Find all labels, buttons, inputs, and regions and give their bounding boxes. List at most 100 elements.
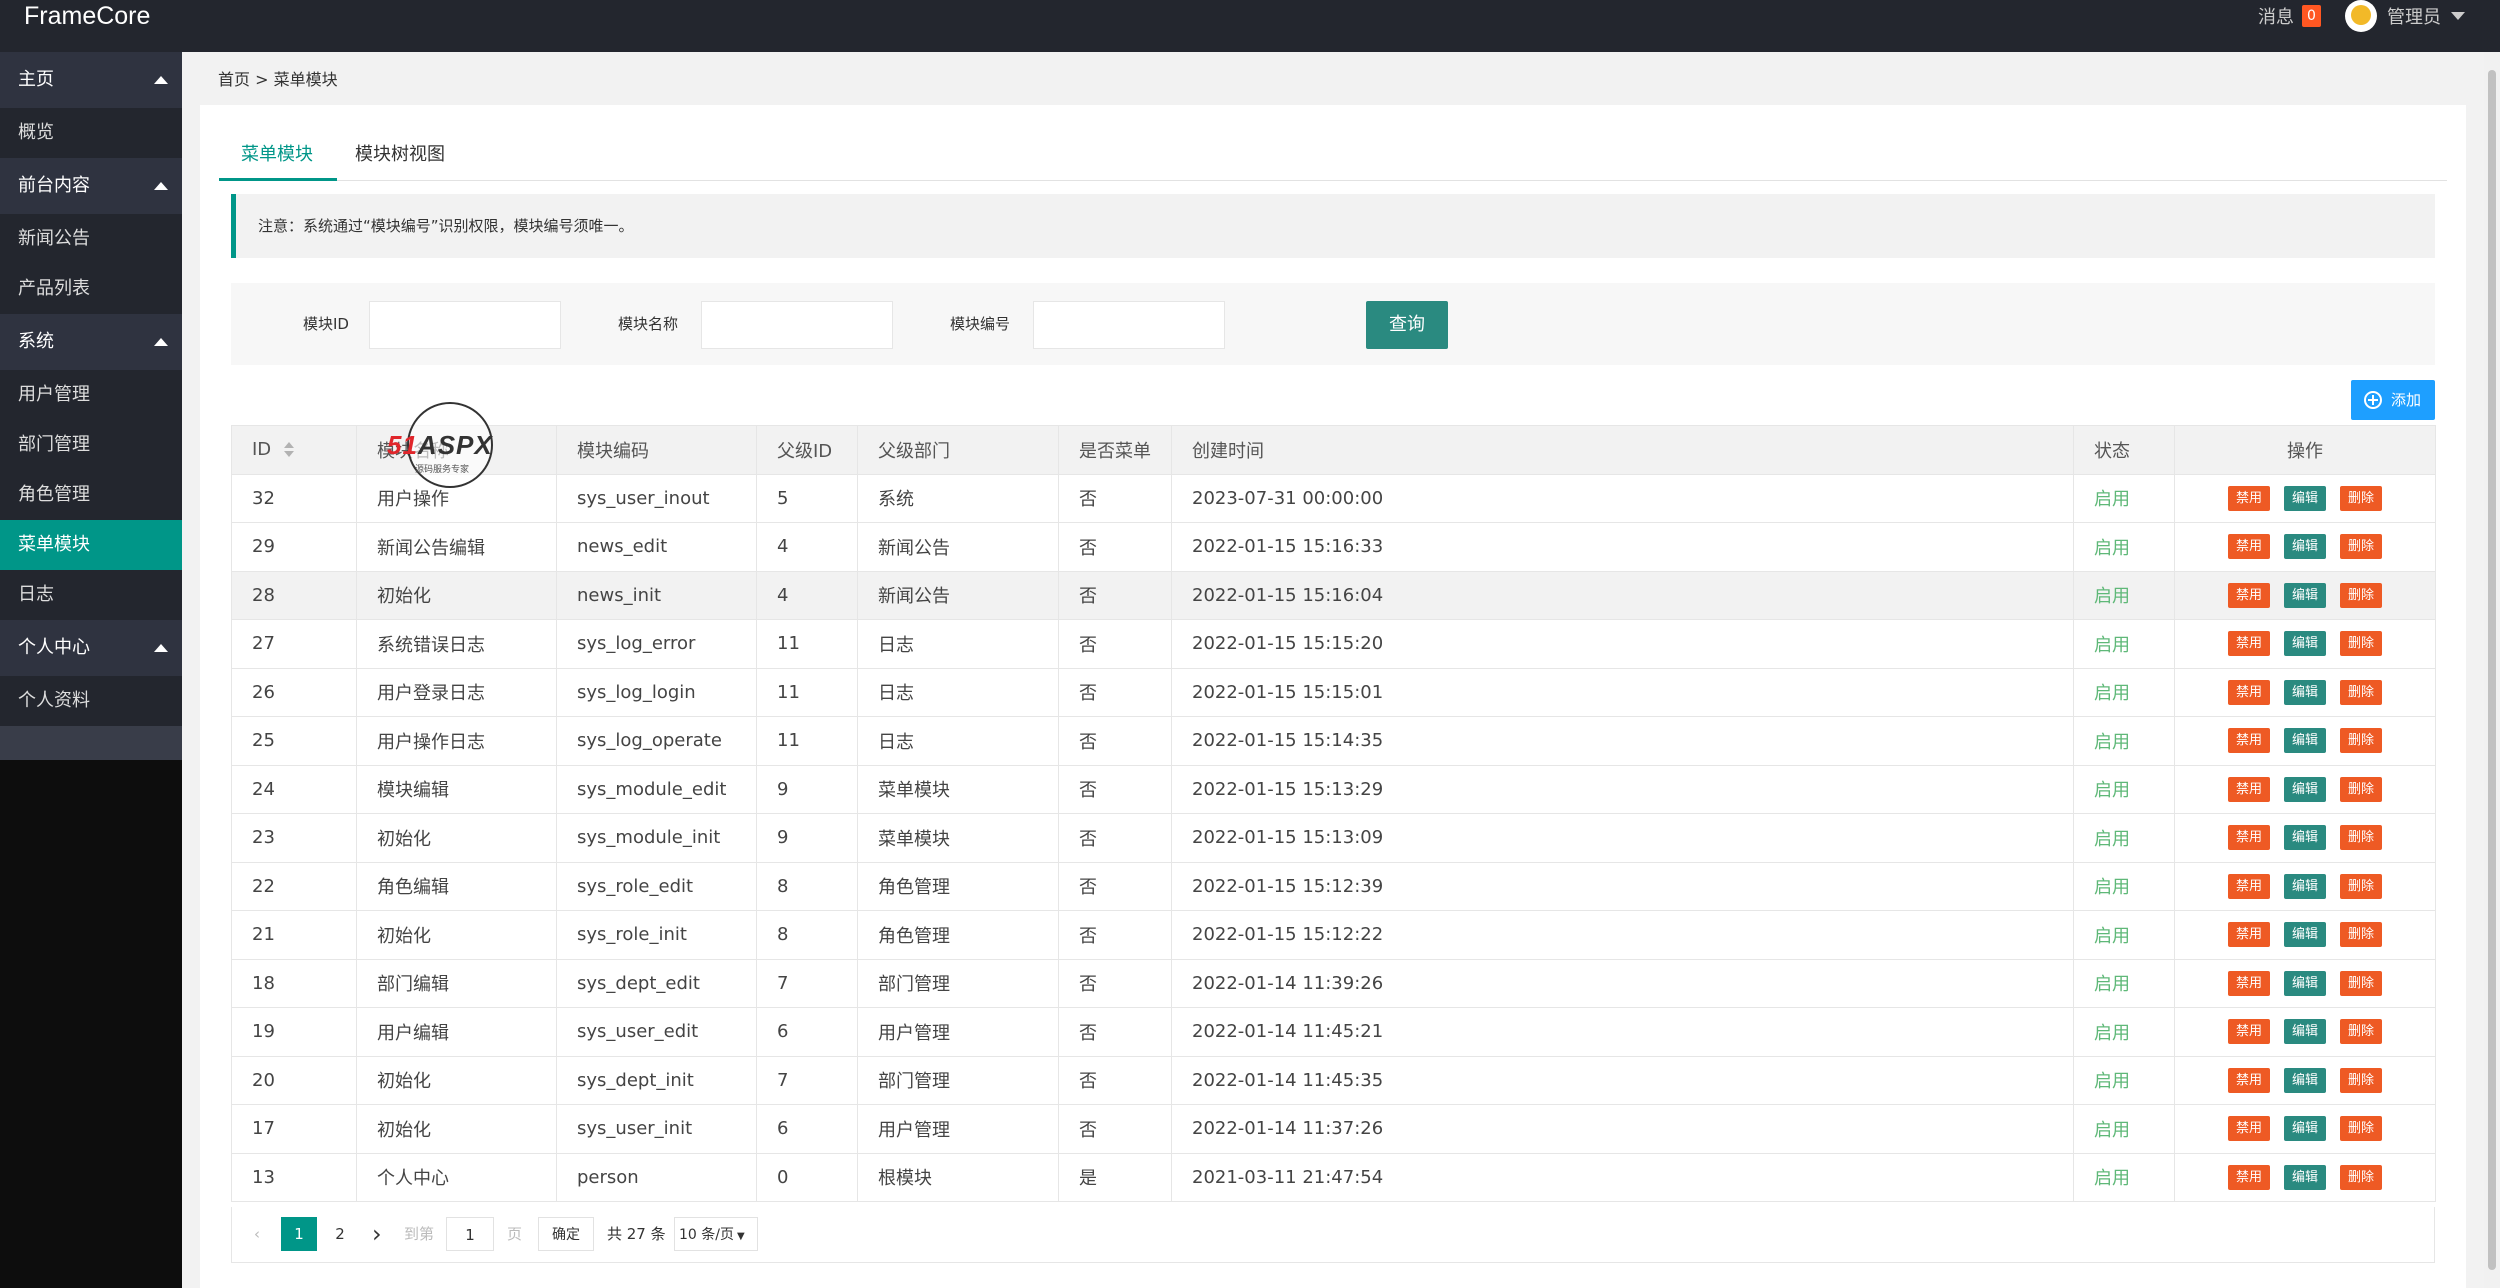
table-row[interactable]: 25 用户操作日志 sys_log_operate 11 日志否 2022-01-15 1…: [231, 716, 2436, 766]
delete-button[interactable]: 删除: [2340, 1019, 2383, 1045]
sidebar-item-profile[interactable]: 个人资料: [0, 676, 182, 726]
page-2-button[interactable]: 2: [328, 1217, 352, 1251]
add-button[interactable]: 添加: [2351, 380, 2435, 420]
delete-button[interactable]: 删除: [2340, 534, 2383, 560]
sidebar-item-users[interactable]: 用户管理: [0, 370, 182, 420]
module-name-input[interactable]: [701, 301, 893, 349]
messages-link[interactable]: 消息 0: [2258, 0, 2321, 32]
table-row[interactable]: 21 初始化 sys_role_init 8 角色管理否 2022-01-15 15:12…: [231, 910, 2436, 960]
disable-button[interactable]: 禁用: [2227, 582, 2270, 608]
sidebar-item-logs[interactable]: 日志: [0, 570, 182, 620]
sidebar-item-news[interactable]: 新闻公告: [0, 214, 182, 264]
edit-button[interactable]: 编辑: [2283, 1019, 2326, 1045]
table-row[interactable]: 24 模块编辑 sys_module_edit 9 菜单模块否 2022-01-15 15…: [231, 764, 2436, 814]
disable-button[interactable]: 禁用: [2227, 485, 2270, 511]
cell-name: 用户操作日志: [356, 716, 557, 766]
disable-button[interactable]: 禁用: [2227, 631, 2270, 657]
page-1-button[interactable]: 1: [281, 1217, 317, 1251]
delete-button[interactable]: 删除: [2340, 582, 2383, 608]
disable-button[interactable]: 禁用: [2227, 825, 2270, 851]
table-row[interactable]: 17 初始化 sys_user_init 6 用户管理否 2022-01-14 11:37…: [231, 1104, 2436, 1154]
delete-button[interactable]: 删除: [2340, 728, 2383, 754]
table-row[interactable]: 22 角色编辑 sys_role_edit 8 角色管理否 2022-01-15 15:1…: [231, 861, 2436, 911]
goto-page-input[interactable]: 1: [446, 1217, 494, 1251]
table-row[interactable]: 29 新闻公告编辑 news_edit 4 新闻公告否 2022-01-15 15:16:…: [231, 522, 2436, 572]
prev-page-icon[interactable]: ‹: [254, 1217, 274, 1251]
disable-button[interactable]: 禁用: [2227, 1019, 2270, 1045]
sidebar-group-personal[interactable]: 个人中心: [0, 620, 182, 676]
delete-button[interactable]: 删除: [2340, 631, 2383, 657]
disable-button[interactable]: 禁用: [2227, 1116, 2270, 1142]
edit-button[interactable]: 编辑: [2283, 1164, 2326, 1190]
delete-button[interactable]: 删除: [2340, 825, 2383, 851]
tab-module-tree[interactable]: 模块树视图: [355, 135, 475, 181]
sidebar-group-frontend[interactable]: 前台内容: [0, 158, 182, 214]
sidebar-item-departments[interactable]: 部门管理: [0, 420, 182, 470]
edit-button[interactable]: 编辑: [2283, 776, 2326, 802]
table-row[interactable]: 28 初始化 news_init 4 新闻公告否 2022-01-15 15:16:04 启…: [231, 570, 2436, 620]
edit-button[interactable]: 编辑: [2283, 922, 2326, 948]
edit-button[interactable]: 编辑: [2283, 679, 2326, 705]
table-row[interactable]: 18 部门编辑 sys_dept_edit 7 部门管理否 2022-01-14 11:3…: [231, 958, 2436, 1008]
disable-button[interactable]: 禁用: [2227, 534, 2270, 560]
delete-button[interactable]: 删除: [2340, 1067, 2383, 1093]
table-row[interactable]: 23 初始化 sys_module_init 9 菜单模块否 2022-01-15 15:…: [231, 813, 2436, 863]
delete-button[interactable]: 删除: [2340, 485, 2383, 511]
cell-is-menu: 否: [1058, 1007, 1172, 1057]
edit-button[interactable]: 编辑: [2283, 485, 2326, 511]
table-row[interactable]: 27 系统错误日志 sys_log_error 11 日志否 2022-01-15 15:…: [231, 619, 2436, 669]
cell-parent-id: 6: [756, 1104, 858, 1154]
edit-button[interactable]: 编辑: [2283, 631, 2326, 657]
delete-button[interactable]: 删除: [2340, 776, 2383, 802]
sidebar-group-home[interactable]: 主页: [0, 52, 182, 108]
column-header-id[interactable]: ID: [231, 425, 357, 475]
delete-button[interactable]: 删除: [2340, 1116, 2383, 1142]
edit-button[interactable]: 编辑: [2283, 1067, 2326, 1093]
cell-code: news_init: [556, 570, 757, 620]
disable-button[interactable]: 禁用: [2227, 1067, 2270, 1093]
edit-button[interactable]: 编辑: [2283, 728, 2326, 754]
delete-button[interactable]: 删除: [2340, 1164, 2383, 1190]
edit-button[interactable]: 编辑: [2283, 970, 2326, 996]
sidebar-item-roles[interactable]: 角色管理: [0, 470, 182, 520]
edit-button[interactable]: 编辑: [2283, 1116, 2326, 1142]
disable-button[interactable]: 禁用: [2227, 922, 2270, 948]
edit-button[interactable]: 编辑: [2283, 873, 2326, 899]
table-row[interactable]: 13 个人中心 person 0 根模块是 2021-03-11 21:47:54 启用 禁用…: [231, 1152, 2436, 1202]
disable-button[interactable]: 禁用: [2227, 970, 2270, 996]
delete-button[interactable]: 删除: [2340, 873, 2383, 899]
module-id-input[interactable]: [369, 301, 561, 349]
brand-logo[interactable]: FrameCore: [24, 0, 150, 32]
sidebar-item-products[interactable]: 产品列表: [0, 264, 182, 314]
edit-button[interactable]: 编辑: [2283, 825, 2326, 851]
sidebar-group-system[interactable]: 系统: [0, 314, 182, 370]
sort-icon[interactable]: [283, 442, 295, 458]
disable-button[interactable]: 禁用: [2227, 1164, 2270, 1190]
disable-button[interactable]: 禁用: [2227, 776, 2270, 802]
delete-button[interactable]: 删除: [2340, 922, 2383, 948]
table-row[interactable]: 26 用户登录日志 sys_log_login 11 日志否 2022-01-15 15:…: [231, 667, 2436, 717]
cell-actions: 禁用 编辑 删除: [2174, 1104, 2436, 1154]
table-row[interactable]: 32 用户操作 sys_user_inout 5 系统否 2023-07-31 00:00…: [231, 473, 2436, 523]
disable-button[interactable]: 禁用: [2227, 873, 2270, 899]
table-row[interactable]: 19 用户编辑 sys_user_edit 6 用户管理否 2022-01-14 11:4…: [231, 1007, 2436, 1057]
page-scrollbar[interactable]: [2484, 52, 2500, 1288]
sidebar-item-overview[interactable]: 概览: [0, 108, 182, 158]
edit-button[interactable]: 编辑: [2283, 534, 2326, 560]
goto-confirm-button[interactable]: 确定: [538, 1217, 594, 1251]
edit-button[interactable]: 编辑: [2283, 582, 2326, 608]
scrollbar-thumb[interactable]: [2488, 70, 2496, 1270]
breadcrumb: 首页 > 菜单模块: [218, 70, 338, 89]
user-menu[interactable]: 管理员: [2345, 0, 2465, 32]
module-code-input[interactable]: [1033, 301, 1225, 349]
disable-button[interactable]: 禁用: [2227, 728, 2270, 754]
delete-button[interactable]: 删除: [2340, 970, 2383, 996]
disable-button[interactable]: 禁用: [2227, 679, 2270, 705]
delete-button[interactable]: 删除: [2340, 679, 2383, 705]
tab-menu-modules[interactable]: 菜单模块: [219, 135, 337, 181]
next-page-icon[interactable]: ›: [372, 1217, 392, 1251]
query-button[interactable]: 查询: [1366, 301, 1448, 349]
page-size-select[interactable]: 10 条/页 ▼: [674, 1217, 758, 1251]
table-row[interactable]: 20 初始化 sys_dept_init 7 部门管理否 2022-01-14 11:45…: [231, 1055, 2436, 1105]
sidebar-item-menu-modules[interactable]: 菜单模块: [0, 520, 182, 570]
